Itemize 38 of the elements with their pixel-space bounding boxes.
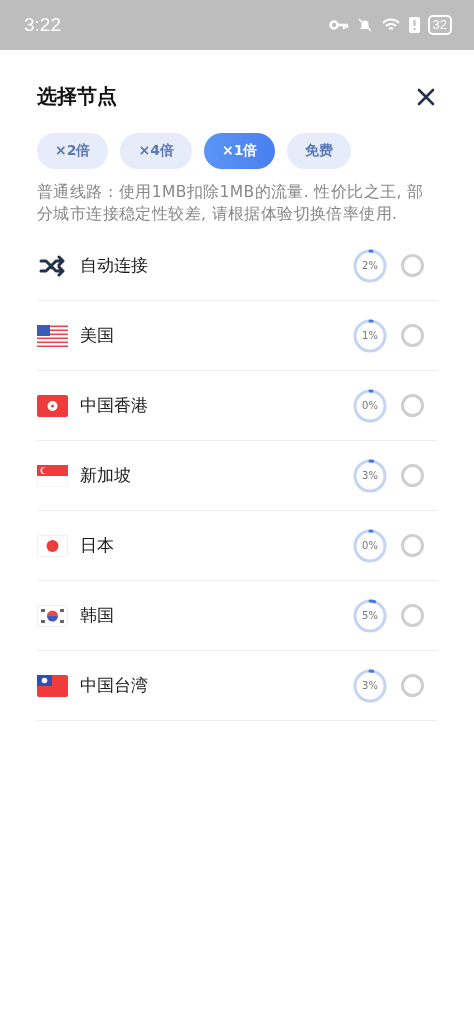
- flag-icon: [37, 534, 68, 557]
- radio-button[interactable]: [401, 604, 424, 627]
- node-name: 日本: [80, 534, 115, 557]
- battery-level: 32: [427, 15, 452, 35]
- radio-button[interactable]: [401, 394, 424, 417]
- node-name: 中国香港: [80, 394, 149, 417]
- load-reading: 0%: [361, 539, 379, 553]
- radio-button[interactable]: [401, 534, 424, 557]
- multiplier-tab[interactable]: 免费: [287, 133, 352, 169]
- radio-button[interactable]: [401, 674, 424, 697]
- node-name: 中国台湾: [80, 674, 149, 697]
- radio-button[interactable]: [401, 464, 424, 487]
- load-reading: 0%: [361, 399, 379, 413]
- load-reading: 5%: [361, 609, 379, 623]
- load-reading: 2%: [361, 259, 379, 273]
- node-name: 韩国: [80, 604, 115, 627]
- flag-icon: [37, 674, 68, 697]
- node-name: 新加坡: [80, 464, 132, 487]
- flag-icon: [37, 394, 68, 417]
- node-name: 美国: [80, 324, 115, 347]
- load-reading: 3%: [361, 469, 379, 483]
- status-time: 3:22: [24, 14, 61, 36]
- multiplier-tab[interactable]: ×2倍: [37, 133, 109, 169]
- load-reading: 3%: [361, 679, 379, 693]
- flag-icon: [37, 464, 68, 487]
- radio-button[interactable]: [401, 324, 424, 347]
- radio-button[interactable]: [401, 254, 424, 277]
- multiplier-tab[interactable]: ×4倍: [120, 133, 192, 169]
- flag-icon: [37, 604, 68, 627]
- key-icon: [328, 19, 349, 31]
- load-reading: 1%: [361, 329, 379, 343]
- muted-bell-icon: [356, 17, 373, 33]
- node-name: 自动连接: [80, 254, 149, 277]
- multiplier-tab[interactable]: ×1倍: [203, 133, 276, 169]
- alert-icon: [408, 17, 420, 33]
- description-text: 普通线路 : 使用1MB扣除1MB的流量. 性价比之王, 部分城市连接稳定性较差, 请根据体验切换倍率使用.: [37, 182, 425, 225]
- wifi-icon: [380, 17, 401, 33]
- sheet-title: 选择节点: [37, 83, 117, 110]
